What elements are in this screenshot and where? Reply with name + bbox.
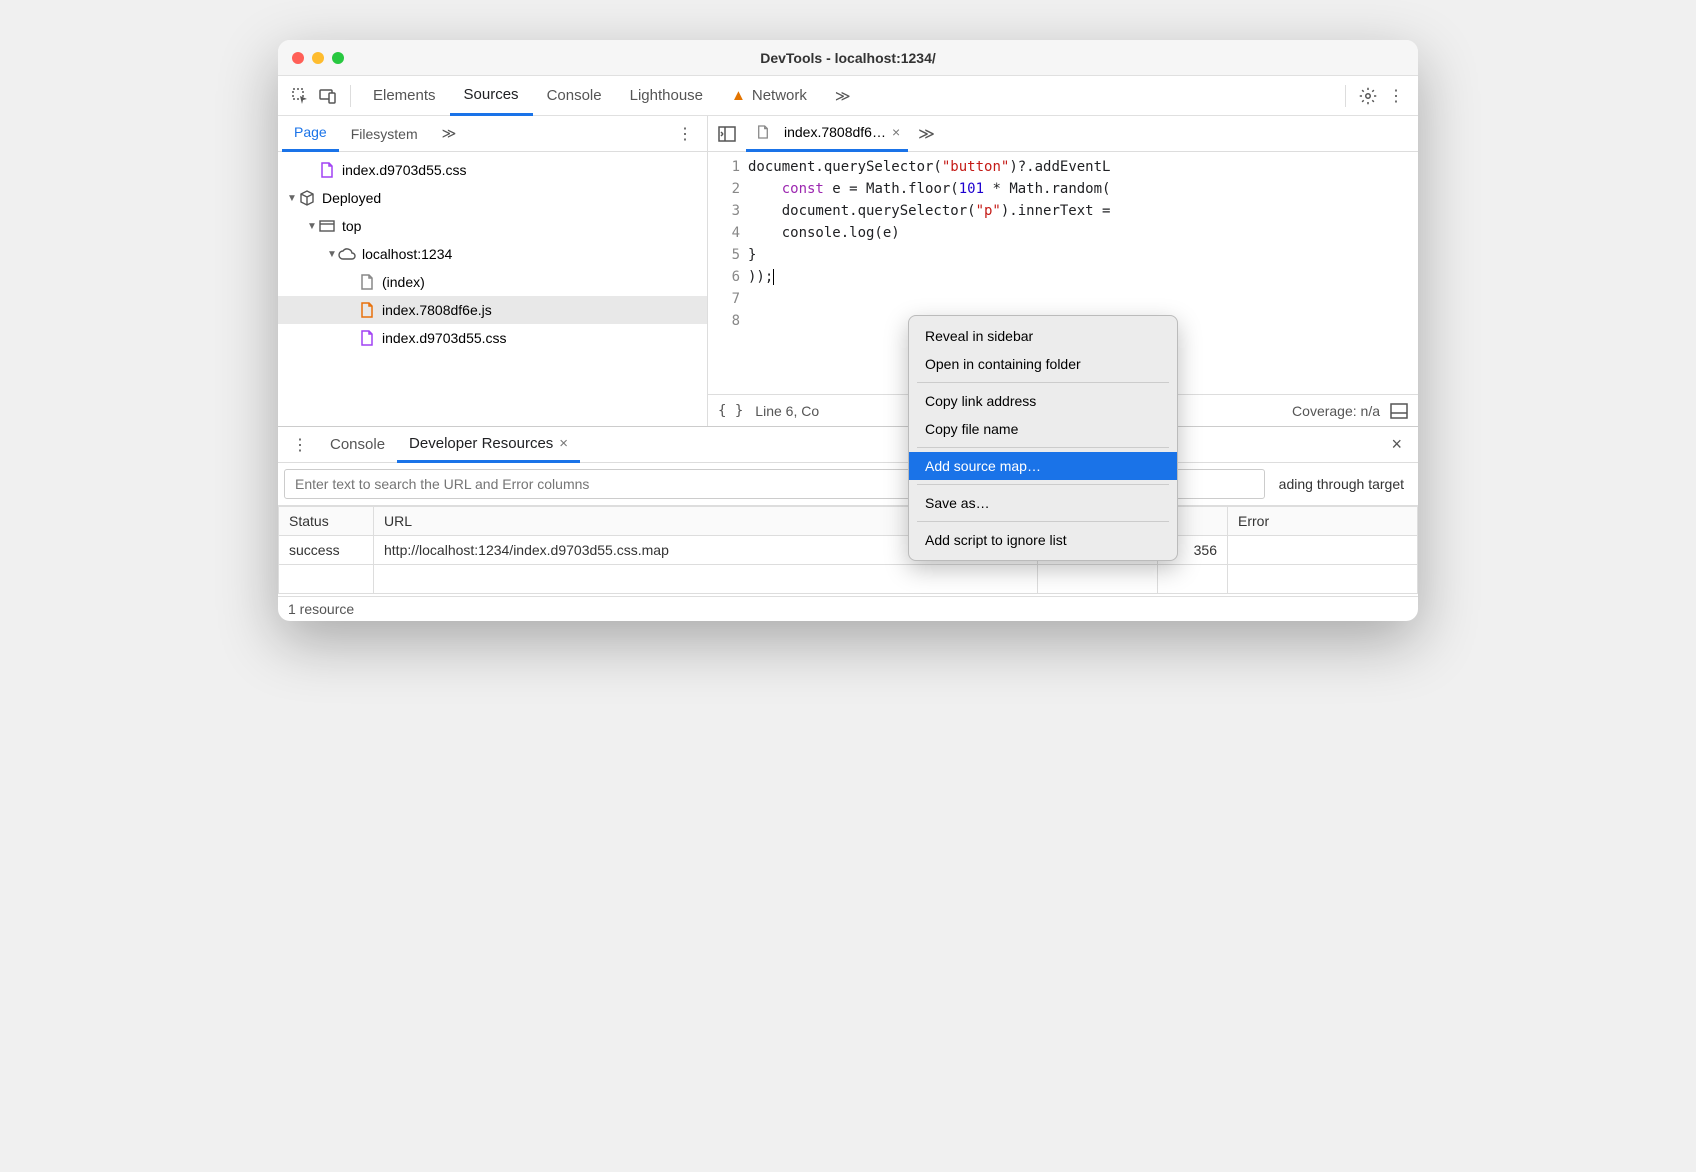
frame-icon (318, 217, 336, 235)
tab-network[interactable]: ▲ Network (717, 76, 821, 116)
tree-label: top (342, 218, 361, 234)
tab-console[interactable]: Console (533, 76, 616, 116)
disclosure-icon: ▼ (286, 193, 298, 204)
device-toolbar-icon[interactable] (314, 82, 342, 110)
tab-elements[interactable]: Elements (359, 76, 450, 116)
disclosure-icon: ▼ (326, 249, 338, 260)
ctx-copy-name[interactable]: Copy file name (909, 415, 1177, 443)
cloud-icon (338, 245, 356, 263)
file-icon (358, 329, 376, 347)
drawer-footer: 1 resource (278, 596, 1418, 621)
load-through-label: ading through target (1271, 476, 1412, 492)
ctx-separator (917, 521, 1169, 522)
drawer-tabs: ⋮ Console Developer Resources × × (278, 427, 1418, 463)
tree-label: localhost:1234 (362, 246, 452, 262)
table-header-row: Status URL Error (279, 507, 1418, 536)
navigator-tabs: Page Filesystem ≫ ⋮ (278, 116, 707, 152)
show-sidebar-icon[interactable] (1390, 403, 1408, 419)
editor-tab-label: index.7808df6… (784, 124, 886, 140)
more-tabs-button[interactable]: ≫ (821, 76, 865, 116)
kebab-menu-icon[interactable]: ⋮ (1382, 82, 1410, 110)
cursor-position: Line 6, Co (755, 403, 819, 419)
ctx-copy-link[interactable]: Copy link address (909, 387, 1177, 415)
table-row[interactable]: success http://localhost:1234/index.d970… (279, 536, 1418, 565)
drawer-search-row: ading through target (278, 463, 1418, 506)
editor-tabs: index.7808df6… × ≫ (708, 116, 1418, 152)
main-toolbar: Elements Sources Console Lighthouse ▲ Ne… (278, 76, 1418, 116)
coverage-label: Coverage: n/a (1292, 403, 1380, 419)
tree-label: (index) (382, 274, 425, 290)
tree-index[interactable]: (index) (278, 268, 707, 296)
navigator-pane: Page Filesystem ≫ ⋮ index.d9703d55.css ▼… (278, 116, 708, 426)
ctx-separator (917, 382, 1169, 383)
warning-icon: ▲ (731, 87, 746, 104)
toggle-navigator-icon[interactable] (712, 126, 742, 142)
cube-icon (298, 189, 316, 207)
drawer-tab-devresources[interactable]: Developer Resources × (397, 427, 580, 463)
disclosure-icon: ▼ (306, 221, 318, 232)
ctx-open-folder[interactable]: Open in containing folder (909, 350, 1177, 378)
tab-sources[interactable]: Sources (450, 76, 533, 116)
tree-deployed[interactable]: ▼ Deployed (278, 184, 707, 212)
close-tab-icon[interactable]: × (892, 124, 900, 140)
tree-label: Deployed (322, 190, 381, 206)
file-icon (754, 123, 772, 141)
tree-top[interactable]: ▼ top (278, 212, 707, 240)
settings-icon[interactable] (1354, 82, 1382, 110)
cell-error (1228, 536, 1418, 565)
more-subtabs-button[interactable]: ≫ (430, 116, 469, 152)
ctx-ignore-list[interactable]: Add script to ignore list (909, 526, 1177, 554)
more-editor-tabs-button[interactable]: ≫ (912, 124, 941, 144)
tree-host[interactable]: ▼ localhost:1234 (278, 240, 707, 268)
pretty-print-icon[interactable]: { } (718, 403, 743, 419)
window-title: DevTools - localhost:1234/ (278, 50, 1418, 66)
tree-label: index.d9703d55.css (382, 330, 507, 346)
subtab-page[interactable]: Page (282, 116, 339, 152)
file-icon (358, 301, 376, 319)
drawer-tab-console[interactable]: Console (318, 427, 397, 463)
titlebar: DevTools - localhost:1234/ (278, 40, 1418, 76)
context-menu: Reveal in sidebar Open in containing fol… (908, 315, 1178, 561)
editor-file-tab[interactable]: index.7808df6… × (746, 116, 908, 152)
drawer-panel: ⋮ Console Developer Resources × × ading … (278, 426, 1418, 621)
col-error[interactable]: Error (1228, 507, 1418, 536)
tree-label: index.7808df6e.js (382, 302, 492, 318)
tree-cssfile2[interactable]: index.d9703d55.css (278, 324, 707, 352)
line-gutter: 12345678 (708, 152, 748, 394)
close-drawer-icon[interactable]: × (1379, 434, 1414, 455)
ctx-reveal-sidebar[interactable]: Reveal in sidebar (909, 322, 1177, 350)
table-row (279, 565, 1418, 594)
sources-panel: Page Filesystem ≫ ⋮ index.d9703d55.css ▼… (278, 116, 1418, 426)
col-status[interactable]: Status (279, 507, 374, 536)
tree-label: index.d9703d55.css (342, 162, 467, 178)
navigator-kebab-icon[interactable]: ⋮ (667, 124, 703, 144)
cell-status: success (279, 536, 374, 565)
drawer-kebab-icon[interactable]: ⋮ (282, 435, 318, 455)
resources-table: Status URL Error success http://localhos… (278, 506, 1418, 596)
file-tree: index.d9703d55.css ▼ Deployed ▼ top ▼ lo… (278, 152, 707, 426)
devtools-window: DevTools - localhost:1234/ Elements Sour… (278, 40, 1418, 621)
file-icon (358, 273, 376, 291)
tree-jsfile[interactable]: index.7808df6e.js (278, 296, 707, 324)
ctx-add-source-map[interactable]: Add source map… (909, 452, 1177, 480)
close-drawer-tab-icon[interactable]: × (559, 435, 568, 452)
inspect-element-icon[interactable] (286, 82, 314, 110)
file-icon (318, 161, 336, 179)
ctx-save-as[interactable]: Save as… (909, 489, 1177, 517)
ctx-separator (917, 447, 1169, 448)
ctx-separator (917, 484, 1169, 485)
tab-lighthouse[interactable]: Lighthouse (616, 76, 717, 116)
tree-file-css[interactable]: index.d9703d55.css (278, 156, 707, 184)
subtab-filesystem[interactable]: Filesystem (339, 116, 430, 152)
